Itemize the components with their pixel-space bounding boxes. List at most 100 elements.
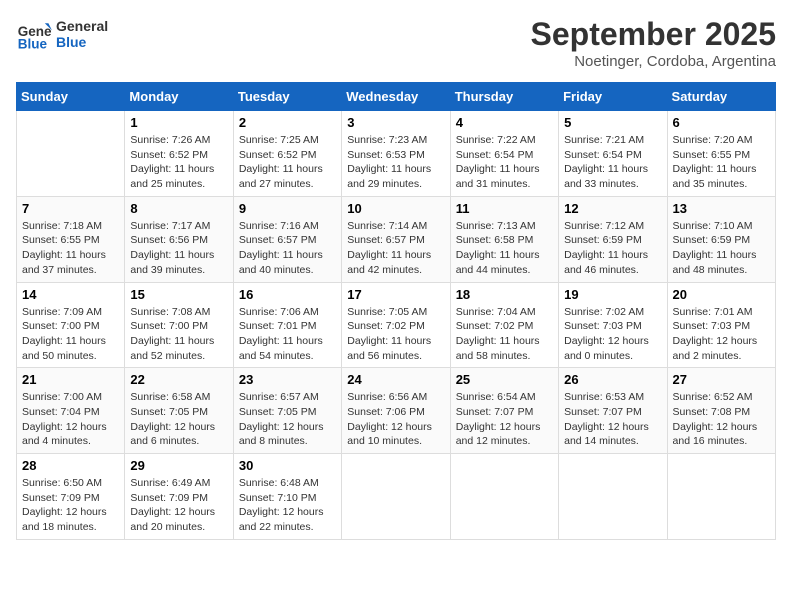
- day-number: 28: [22, 458, 119, 473]
- calendar-cell: [667, 454, 775, 540]
- cell-content: Sunrise: 7:02 AMSunset: 7:03 PMDaylight:…: [564, 305, 661, 364]
- day-number: 24: [347, 372, 444, 387]
- cell-content: Sunrise: 7:01 AMSunset: 7:03 PMDaylight:…: [673, 305, 770, 364]
- day-number: 3: [347, 115, 444, 130]
- calendar-cell: 20 Sunrise: 7:01 AMSunset: 7:03 PMDayligh…: [667, 282, 775, 368]
- logo-icon: General Blue: [16, 16, 52, 52]
- column-header-tuesday: Tuesday: [233, 83, 341, 111]
- cell-content: Sunrise: 7:04 AMSunset: 7:02 PMDaylight:…: [456, 305, 553, 364]
- cell-content: Sunrise: 7:13 AMSunset: 6:58 PMDaylight:…: [456, 219, 553, 278]
- title-block: September 2025 Noetinger, Cordoba, Argen…: [531, 16, 776, 70]
- calendar-cell: 14 Sunrise: 7:09 AMSunset: 7:00 PMDayligh…: [17, 282, 125, 368]
- cell-content: Sunrise: 6:48 AMSunset: 7:10 PMDaylight:…: [239, 476, 336, 535]
- calendar-week-row: 21Sunrise: 7:00 AMSunset: 7:04 PMDayligh…: [17, 368, 776, 454]
- cell-content: Sunrise: 7:06 AMSunset: 7:01 PMDaylight:…: [239, 305, 336, 364]
- day-number: 9: [239, 201, 336, 216]
- day-number: 18: [456, 287, 553, 302]
- day-number: 15: [130, 287, 227, 302]
- cell-content: Sunrise: 7:25 AMSunset: 6:52 PMDaylight:…: [239, 133, 336, 192]
- calendar-cell: 17 Sunrise: 7:05 AMSunset: 7:02 PMDayligh…: [342, 282, 450, 368]
- cell-content: Sunrise: 7:05 AMSunset: 7:02 PMDaylight:…: [347, 305, 444, 364]
- calendar-cell: [559, 454, 667, 540]
- calendar-cell: 19 Sunrise: 7:02 AMSunset: 7:03 PMDayligh…: [559, 282, 667, 368]
- cell-content: Sunrise: 6:49 AMSunset: 7:09 PMDaylight:…: [130, 476, 227, 535]
- calendar-cell: 29 Sunrise: 6:49 AMSunset: 7:09 PMDayligh…: [125, 454, 233, 540]
- cell-content: Sunrise: 7:16 AMSunset: 6:57 PMDaylight:…: [239, 219, 336, 278]
- cell-content: Sunrise: 7:21 AMSunset: 6:54 PMDaylight:…: [564, 133, 661, 192]
- calendar-cell: [450, 454, 558, 540]
- cell-content: Sunrise: 7:00 AMSunset: 7:04 PMDaylight:…: [22, 390, 119, 449]
- calendar-cell: 16Sunrise: 7:06 AMSunset: 7:01 PMDayligh…: [233, 282, 341, 368]
- day-number: 14: [22, 287, 119, 302]
- calendar-cell: [17, 111, 125, 197]
- calendar-cell: 27Sunrise: 6:52 AMSunset: 7:08 PMDayligh…: [667, 368, 775, 454]
- calendar-cell: 22Sunrise: 6:58 AMSunset: 7:05 PMDayligh…: [125, 368, 233, 454]
- calendar-cell: 23Sunrise: 6:57 AMSunset: 7:05 PMDayligh…: [233, 368, 341, 454]
- calendar-cell: 4 Sunrise: 7:22 AMSunset: 6:54 PMDaylight…: [450, 111, 558, 197]
- day-number: 20: [673, 287, 770, 302]
- cell-content: Sunrise: 7:26 AMSunset: 6:52 PMDaylight:…: [130, 133, 227, 192]
- calendar-cell: 10 Sunrise: 7:14 AMSunset: 6:57 PMDayligh…: [342, 196, 450, 282]
- calendar-cell: 5 Sunrise: 7:21 AMSunset: 6:54 PMDaylight…: [559, 111, 667, 197]
- logo: General Blue General Blue: [16, 16, 108, 52]
- month-title: September 2025: [531, 16, 776, 53]
- cell-content: Sunrise: 7:08 AMSunset: 7:00 PMDaylight:…: [130, 305, 227, 364]
- cell-content: Sunrise: 6:52 AMSunset: 7:08 PMDaylight:…: [673, 390, 770, 449]
- calendar-cell: 26Sunrise: 6:53 AMSunset: 7:07 PMDayligh…: [559, 368, 667, 454]
- day-number: 17: [347, 287, 444, 302]
- logo-blue: Blue: [56, 34, 108, 50]
- cell-content: Sunrise: 7:12 AMSunset: 6:59 PMDaylight:…: [564, 219, 661, 278]
- calendar-cell: 11 Sunrise: 7:13 AMSunset: 6:58 PMDayligh…: [450, 196, 558, 282]
- day-number: 30: [239, 458, 336, 473]
- calendar-header-row: SundayMondayTuesdayWednesdayThursdayFrid…: [17, 83, 776, 111]
- calendar-table: SundayMondayTuesdayWednesdayThursdayFrid…: [16, 82, 776, 540]
- calendar-cell: 28 Sunrise: 6:50 AMSunset: 7:09 PMDayligh…: [17, 454, 125, 540]
- page-header: General Blue General Blue September 2025…: [16, 16, 776, 70]
- column-header-sunday: Sunday: [17, 83, 125, 111]
- calendar-week-row: 7Sunrise: 7:18 AMSunset: 6:55 PMDaylight…: [17, 196, 776, 282]
- logo-general: General: [56, 18, 108, 34]
- day-number: 10: [347, 201, 444, 216]
- calendar-week-row: 28 Sunrise: 6:50 AMSunset: 7:09 PMDayligh…: [17, 454, 776, 540]
- cell-content: Sunrise: 7:10 AMSunset: 6:59 PMDaylight:…: [673, 219, 770, 278]
- day-number: 5: [564, 115, 661, 130]
- calendar-cell: 6 Sunrise: 7:20 AMSunset: 6:55 PMDaylight…: [667, 111, 775, 197]
- cell-content: Sunrise: 7:09 AMSunset: 7:00 PMDaylight:…: [22, 305, 119, 364]
- calendar-cell: 1 Sunrise: 7:26 AMSunset: 6:52 PMDaylight…: [125, 111, 233, 197]
- column-header-friday: Friday: [559, 83, 667, 111]
- calendar-cell: 18 Sunrise: 7:04 AMSunset: 7:02 PMDayligh…: [450, 282, 558, 368]
- calendar-cell: 3 Sunrise: 7:23 AMSunset: 6:53 PMDaylight…: [342, 111, 450, 197]
- calendar-week-row: 1 Sunrise: 7:26 AMSunset: 6:52 PMDaylight…: [17, 111, 776, 197]
- calendar-cell: 25Sunrise: 6:54 AMSunset: 7:07 PMDayligh…: [450, 368, 558, 454]
- column-header-saturday: Saturday: [667, 83, 775, 111]
- cell-content: Sunrise: 7:14 AMSunset: 6:57 PMDaylight:…: [347, 219, 444, 278]
- day-number: 8: [130, 201, 227, 216]
- day-number: 22: [130, 372, 227, 387]
- calendar-cell: 9 Sunrise: 7:16 AMSunset: 6:57 PMDaylight…: [233, 196, 341, 282]
- calendar-cell: 12 Sunrise: 7:12 AMSunset: 6:59 PMDayligh…: [559, 196, 667, 282]
- cell-content: Sunrise: 7:23 AMSunset: 6:53 PMDaylight:…: [347, 133, 444, 192]
- day-number: 12: [564, 201, 661, 216]
- day-number: 11: [456, 201, 553, 216]
- cell-content: Sunrise: 6:50 AMSunset: 7:09 PMDaylight:…: [22, 476, 119, 535]
- day-number: 23: [239, 372, 336, 387]
- day-number: 4: [456, 115, 553, 130]
- cell-content: Sunrise: 6:54 AMSunset: 7:07 PMDaylight:…: [456, 390, 553, 449]
- calendar-cell: 2 Sunrise: 7:25 AMSunset: 6:52 PMDaylight…: [233, 111, 341, 197]
- day-number: 6: [673, 115, 770, 130]
- cell-content: Sunrise: 6:56 AMSunset: 7:06 PMDaylight:…: [347, 390, 444, 449]
- cell-content: Sunrise: 6:53 AMSunset: 7:07 PMDaylight:…: [564, 390, 661, 449]
- calendar-cell: [342, 454, 450, 540]
- day-number: 2: [239, 115, 336, 130]
- location: Noetinger, Cordoba, Argentina: [531, 53, 776, 70]
- day-number: 1: [130, 115, 227, 130]
- day-number: 19: [564, 287, 661, 302]
- cell-content: Sunrise: 7:22 AMSunset: 6:54 PMDaylight:…: [456, 133, 553, 192]
- calendar-cell: 15 Sunrise: 7:08 AMSunset: 7:00 PMDayligh…: [125, 282, 233, 368]
- cell-content: Sunrise: 7:20 AMSunset: 6:55 PMDaylight:…: [673, 133, 770, 192]
- calendar-cell: 24 Sunrise: 6:56 AMSunset: 7:06 PMDayligh…: [342, 368, 450, 454]
- calendar-cell: 30 Sunrise: 6:48 AMSunset: 7:10 PMDayligh…: [233, 454, 341, 540]
- day-number: 7: [22, 201, 119, 216]
- day-number: 29: [130, 458, 227, 473]
- column-header-monday: Monday: [125, 83, 233, 111]
